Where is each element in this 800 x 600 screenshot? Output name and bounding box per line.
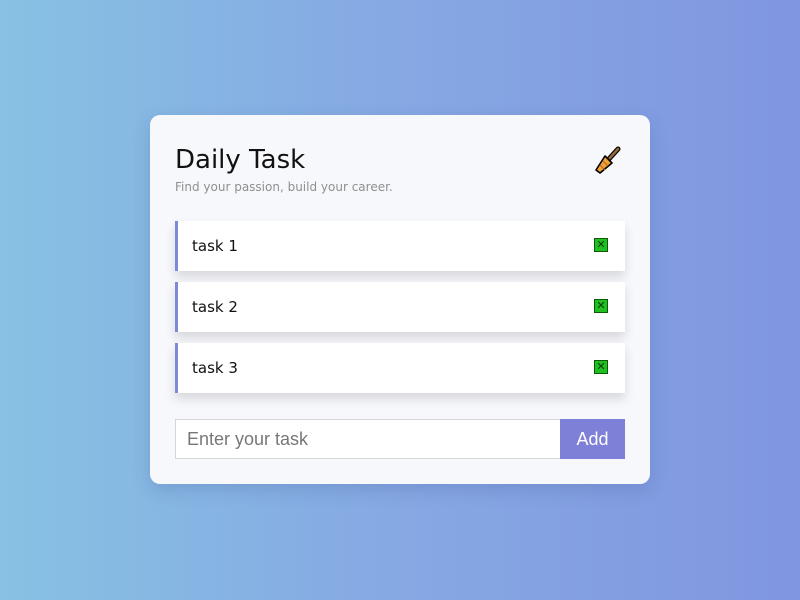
- delete-task-button[interactable]: ✕: [594, 299, 608, 313]
- app-subtitle: Find your passion, build your career.: [175, 180, 393, 194]
- add-button[interactable]: Add: [560, 419, 625, 459]
- add-task-form: Add: [175, 419, 625, 459]
- task-item: task 3 ✕: [175, 343, 625, 393]
- cross-mark-icon: ✕: [596, 360, 606, 373]
- task-list: task 1 ✕ task 2 ✕ task 3 ✕: [175, 221, 625, 404]
- cross-mark-icon: ✕: [596, 299, 606, 312]
- broom-icon: [595, 146, 621, 174]
- todo-card: Daily Task Find your passion, build your…: [150, 115, 650, 484]
- cross-mark-icon: ✕: [596, 238, 606, 251]
- card-header: Daily Task Find your passion, build your…: [175, 143, 625, 203]
- delete-task-button[interactable]: ✕: [594, 238, 608, 252]
- task-label: task 3: [192, 359, 238, 377]
- task-label: task 2: [192, 298, 238, 316]
- task-label: task 1: [192, 237, 238, 255]
- clear-all-button[interactable]: [591, 143, 625, 177]
- task-input[interactable]: [175, 419, 560, 459]
- task-item: task 2 ✕: [175, 282, 625, 332]
- app-title: Daily Task: [175, 145, 306, 175]
- task-item: task 1 ✕: [175, 221, 625, 271]
- delete-task-button[interactable]: ✕: [594, 360, 608, 374]
